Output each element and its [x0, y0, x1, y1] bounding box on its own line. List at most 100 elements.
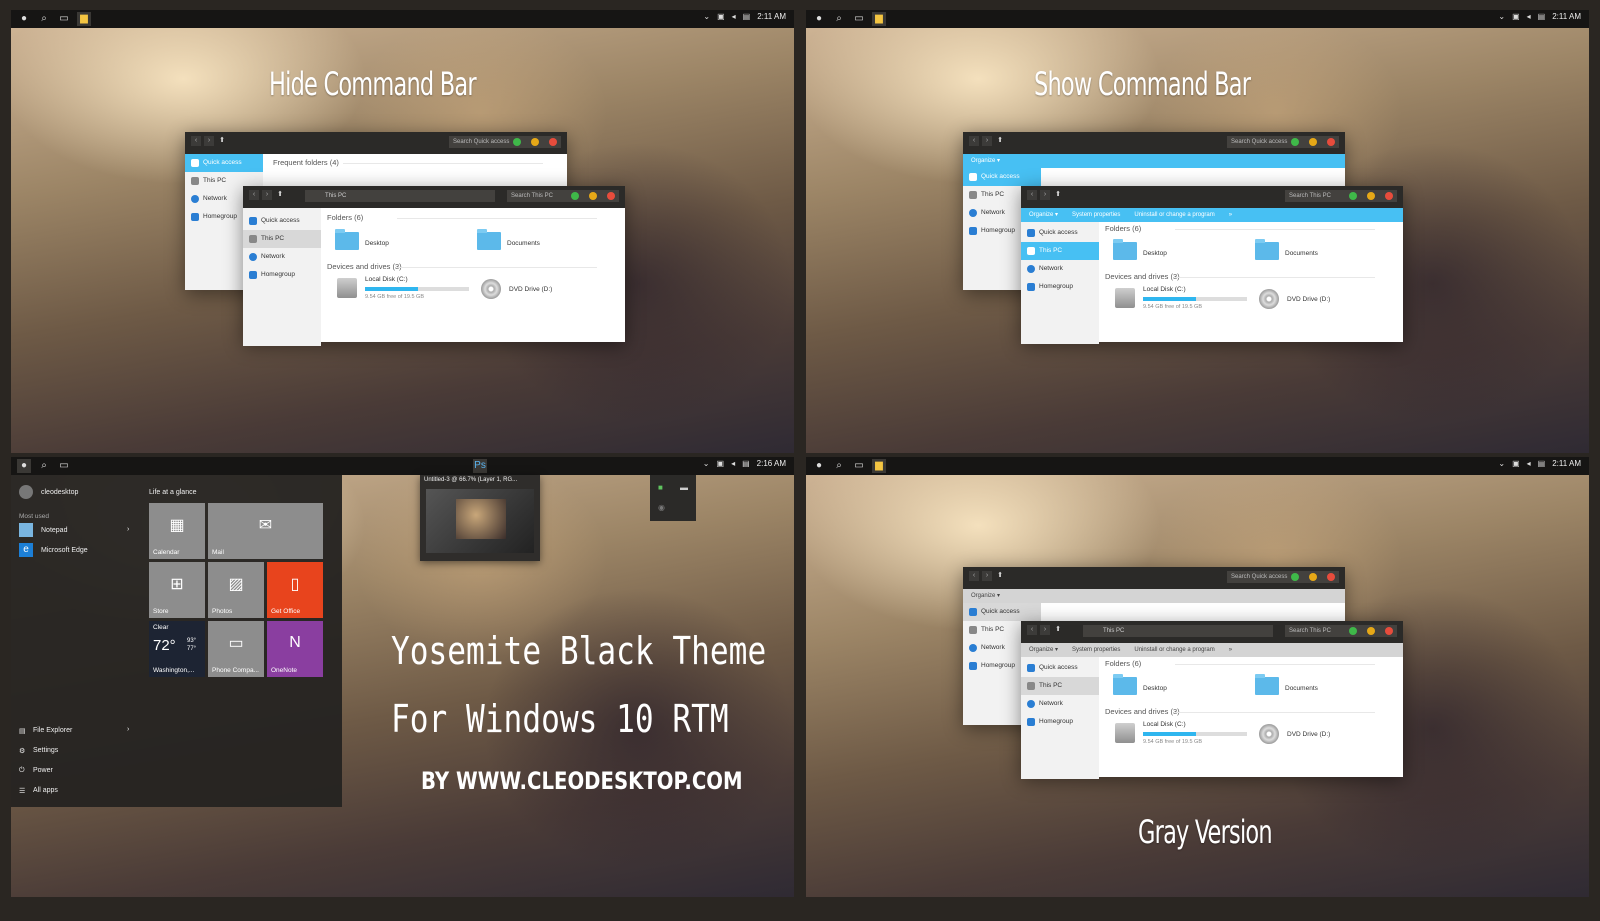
folder-desktop[interactable]: Desktop	[1143, 685, 1167, 692]
title-bar[interactable]: ‹ › ⬆ Search Quick access	[185, 132, 567, 154]
organize-button[interactable]: Organize ▾	[971, 154, 1000, 168]
hard-drive-icon[interactable]	[1115, 288, 1135, 308]
nav-item-quick-access[interactable]: Quick access	[243, 212, 321, 230]
tile-onenote[interactable]: N OneNote	[267, 621, 323, 677]
network-icon[interactable]: ▣	[1512, 459, 1520, 468]
title-bar[interactable]: ‹ › ⬆ Search Quick access	[963, 567, 1345, 589]
apple-icon[interactable]: ●	[17, 12, 31, 26]
user-name[interactable]: cleodesktop	[41, 489, 78, 496]
drives-heading[interactable]: Devices and drives (3)	[1105, 272, 1374, 281]
system-tray-flyout[interactable]: ■ ▬ ◉	[650, 475, 696, 521]
title-bar[interactable]: ‹ › ⬆ This PC Search This PC	[1021, 621, 1403, 643]
tile-phone-companion[interactable]: ▭ Phone Compa...	[208, 621, 264, 677]
back-button[interactable]: ‹	[969, 136, 979, 146]
maximize-button[interactable]	[1291, 573, 1299, 581]
forward-button[interactable]: ›	[1040, 190, 1050, 200]
folder-documents[interactable]: Documents	[1285, 685, 1318, 692]
address-bar[interactable]: This PC	[305, 190, 495, 202]
up-icon[interactable]: ⬆	[995, 571, 1005, 581]
task-view-icon[interactable]: ▭	[57, 12, 71, 26]
task-view-icon[interactable]: ▭	[57, 459, 71, 473]
folders-heading[interactable]: Folders (6)	[1105, 659, 1377, 668]
nav-item-quick-access[interactable]: Quick access	[1021, 224, 1099, 242]
title-bar[interactable]: ‹ › ⬆ Search Quick access	[963, 132, 1345, 154]
close-button[interactable]	[1385, 627, 1393, 635]
task-view-icon[interactable]: ▭	[852, 12, 866, 26]
clock[interactable]: 2:16 AM	[757, 459, 786, 468]
back-button[interactable]: ‹	[1027, 625, 1037, 635]
dvd-icon[interactable]	[481, 279, 501, 299]
system-properties-button[interactable]: System properties	[1072, 208, 1120, 222]
apple-icon[interactable]: ●	[812, 12, 826, 26]
folder-icon[interactable]	[1255, 674, 1279, 695]
local-disk-label[interactable]: Local Disk (C:)	[1143, 286, 1186, 293]
back-button[interactable]: ‹	[969, 571, 979, 581]
more-button[interactable]: »	[1229, 643, 1232, 657]
uninstall-button[interactable]: Uninstall or change a program	[1134, 643, 1214, 657]
folder-icon[interactable]	[1113, 674, 1137, 695]
close-button[interactable]	[607, 192, 615, 200]
nav-item-network[interactable]: Network	[243, 248, 321, 266]
close-button[interactable]	[1385, 192, 1393, 200]
chevron-up-icon[interactable]: ⌄	[703, 12, 710, 21]
back-button[interactable]: ‹	[191, 136, 201, 146]
minimize-button[interactable]	[589, 192, 597, 200]
folder-icon[interactable]	[1113, 239, 1137, 260]
close-button[interactable]	[1327, 138, 1335, 146]
menu-power[interactable]: Power	[33, 767, 53, 774]
search-icon[interactable]: ⌕	[37, 12, 51, 26]
system-properties-button[interactable]: System properties	[1072, 643, 1120, 657]
task-view-icon[interactable]: ▭	[852, 459, 866, 473]
action-center-icon[interactable]: ▤	[743, 12, 751, 21]
forward-button[interactable]: ›	[1040, 625, 1050, 635]
dvd-drive-label[interactable]: DVD Drive (D:)	[1287, 296, 1330, 303]
maximize-button[interactable]	[1349, 627, 1357, 635]
network-icon[interactable]: ▣	[717, 459, 725, 468]
clock[interactable]: 2:11 AM	[757, 12, 786, 21]
chevron-up-icon[interactable]: ⌄	[1498, 12, 1505, 21]
file-explorer-icon[interactable]: ▆	[77, 12, 91, 26]
local-disk-label[interactable]: Local Disk (C:)	[1143, 721, 1186, 728]
minimize-button[interactable]	[1367, 192, 1375, 200]
hard-drive-icon[interactable]	[337, 278, 357, 298]
photoshop-taskbar-icon[interactable]: Ps	[473, 459, 487, 473]
tray-app-icon[interactable]: ▬	[680, 483, 688, 492]
network-icon[interactable]: ▣	[1512, 12, 1520, 21]
drives-heading[interactable]: Devices and drives (3)	[327, 262, 596, 271]
volume-icon[interactable]: ◂	[731, 459, 735, 468]
up-icon[interactable]: ⬆	[275, 190, 285, 200]
nav-item-quick-access[interactable]: Quick access	[963, 603, 1041, 621]
organize-button[interactable]: Organize ▾	[1029, 208, 1058, 222]
apple-icon[interactable]: ●	[17, 459, 31, 473]
drives-heading[interactable]: Devices and drives (3)	[1105, 707, 1374, 716]
search-icon[interactable]: ⌕	[832, 459, 846, 473]
up-icon[interactable]: ⬆	[995, 136, 1005, 146]
close-button[interactable]	[1327, 573, 1335, 581]
title-bar[interactable]: ‹ › ⬆ Search This PC	[1021, 186, 1403, 208]
maximize-button[interactable]	[513, 138, 521, 146]
action-center-icon[interactable]: ▤	[742, 459, 750, 468]
hard-drive-icon[interactable]	[1115, 723, 1135, 743]
minimize-button[interactable]	[1367, 627, 1375, 635]
nav-item-network[interactable]: Network	[1021, 260, 1099, 278]
nav-item-quick-access[interactable]: Quick access	[963, 168, 1041, 186]
menu-all-apps[interactable]: All apps	[33, 787, 58, 794]
folder-icon[interactable]	[477, 229, 501, 250]
local-disk-label[interactable]: Local Disk (C:)	[365, 276, 408, 283]
action-center-icon[interactable]: ▤	[1538, 459, 1546, 468]
minimize-button[interactable]	[1309, 138, 1317, 146]
minimize-button[interactable]	[531, 138, 539, 146]
explorer-window-this-pc[interactable]: ‹ › ⬆ This PC Search This PC Quick access …	[243, 186, 625, 346]
forward-button[interactable]: ›	[262, 190, 272, 200]
file-explorer-icon[interactable]: ▆	[872, 12, 886, 26]
up-icon[interactable]: ⬆	[1053, 190, 1063, 200]
volume-icon[interactable]: ◂	[732, 12, 736, 21]
tile-mail[interactable]: ✉ Mail	[208, 503, 323, 559]
maximize-button[interactable]	[1349, 192, 1357, 200]
chevron-right-icon[interactable]: ›	[127, 726, 129, 733]
search-icon[interactable]: ⌕	[37, 459, 51, 473]
tile-store[interactable]: ⊞ Store	[149, 562, 205, 618]
more-button[interactable]: »	[1229, 208, 1232, 222]
organize-button[interactable]: Organize ▾	[971, 589, 1000, 603]
apple-icon[interactable]: ●	[812, 459, 826, 473]
